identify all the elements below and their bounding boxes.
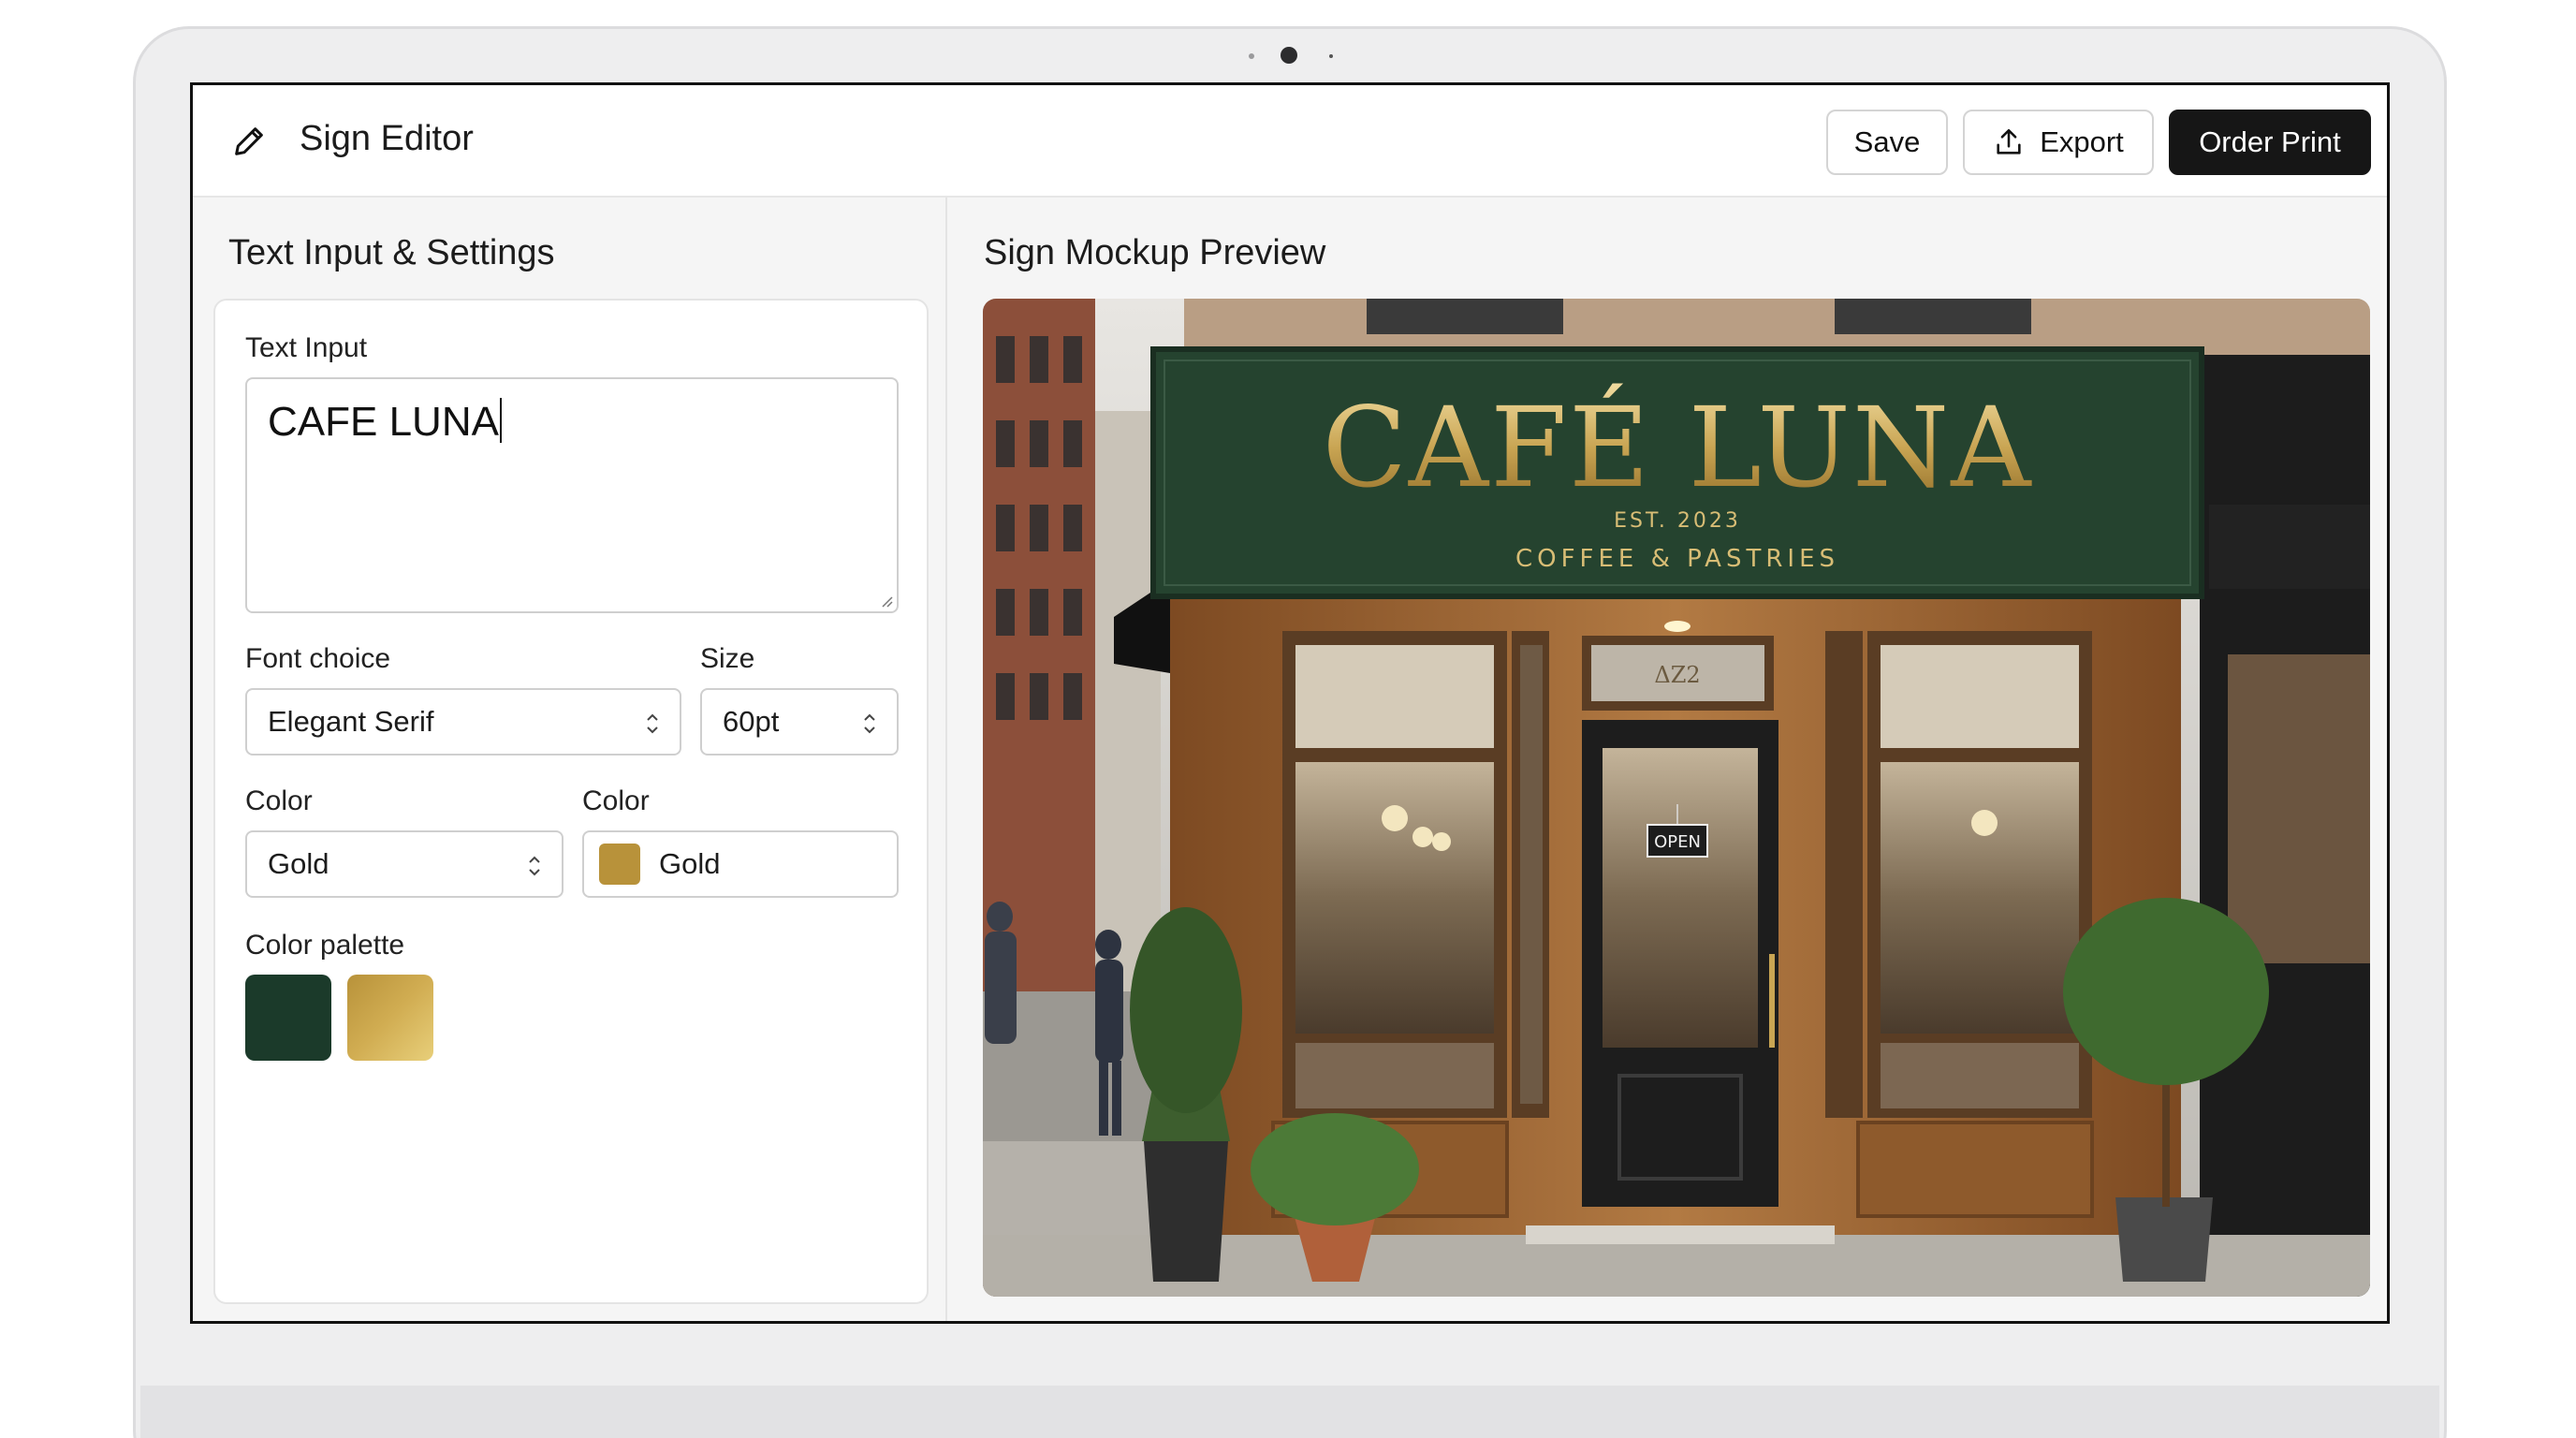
export-button-label: Export xyxy=(2040,125,2124,158)
order-print-label: Order Print xyxy=(2199,125,2341,158)
text-input-label: Text Input xyxy=(245,332,368,363)
palette-swatch-gold[interactable] xyxy=(347,975,433,1061)
save-button-label: Save xyxy=(1853,125,1921,158)
updown-chevron-icon xyxy=(529,856,540,876)
color-palette-label: Color palette xyxy=(245,930,405,961)
sensor-dot xyxy=(1249,53,1254,59)
color-select-value: Gold xyxy=(268,847,329,880)
app-title: Sign Editor xyxy=(300,119,474,158)
color-select[interactable]: Gold xyxy=(245,830,564,898)
preview-panel-title: Sign Mockup Preview xyxy=(984,233,1326,272)
color-swatch-label: Color xyxy=(582,785,650,816)
font-choice-label: Font choice xyxy=(245,643,391,674)
size-select[interactable]: 60pt xyxy=(700,688,899,756)
settings-panel-title: Text Input & Settings xyxy=(228,233,555,272)
size-label: Size xyxy=(700,643,755,674)
camera-icon xyxy=(1281,47,1297,64)
sign-est-text: EST. 2023 xyxy=(1614,509,1741,533)
settings-panel: Text Input & Settings Text Input CAFE LU… xyxy=(193,198,947,1321)
size-value: 60pt xyxy=(723,705,780,738)
font-choice-select[interactable]: Elegant Serif xyxy=(245,688,681,756)
storefront-illustration: CAFÉ LUNA EST. 2023 COFFEE & PASTRIES ΔZ… xyxy=(983,299,2370,1297)
color-swatch-field[interactable]: Gold xyxy=(582,830,899,898)
save-button[interactable]: Save xyxy=(1826,110,1948,175)
open-sign-text: OPEN xyxy=(1654,832,1701,852)
color-swatch-value: Gold xyxy=(659,847,721,880)
header-bar: Sign Editor Save Export Order Print xyxy=(193,85,2387,198)
export-button[interactable]: Export xyxy=(1963,110,2154,175)
text-input-field[interactable]: CAFE LUNA xyxy=(245,377,899,613)
upload-icon xyxy=(1997,128,2021,154)
color-label: Color xyxy=(245,785,313,816)
font-choice-value: Elegant Serif xyxy=(268,705,434,738)
sign-main-text: CAFÉ LUNA xyxy=(1323,383,2033,512)
resize-handle-icon[interactable] xyxy=(880,594,893,608)
laptop-base xyxy=(140,1386,2439,1438)
transom-text: ΔZ2 xyxy=(1654,662,1700,688)
pencil-icon xyxy=(235,127,263,155)
gold-swatch xyxy=(599,844,640,885)
text-caret xyxy=(499,398,502,443)
order-print-button[interactable]: Order Print xyxy=(2169,110,2371,175)
updown-chevron-icon xyxy=(647,713,658,734)
sign-mockup-image: CAFÉ LUNA EST. 2023 COFFEE & PASTRIES ΔZ… xyxy=(983,299,2370,1297)
app-window: Sign Editor Save Export Order Print Text… xyxy=(190,82,2390,1324)
text-input-value: CAFE LUNA xyxy=(268,399,499,445)
palette-swatch-green[interactable] xyxy=(245,975,331,1061)
settings-card: Text Input CAFE LUNA Font choice Elegant… xyxy=(213,299,929,1304)
sign-sub-text: COFFEE & PASTRIES xyxy=(1515,545,1839,573)
preview-panel: Sign Mockup Preview CAFÉ LUNA EST. 2023 … xyxy=(947,198,2387,1321)
updown-chevron-icon xyxy=(864,713,875,734)
sensor-dot xyxy=(1329,54,1333,58)
